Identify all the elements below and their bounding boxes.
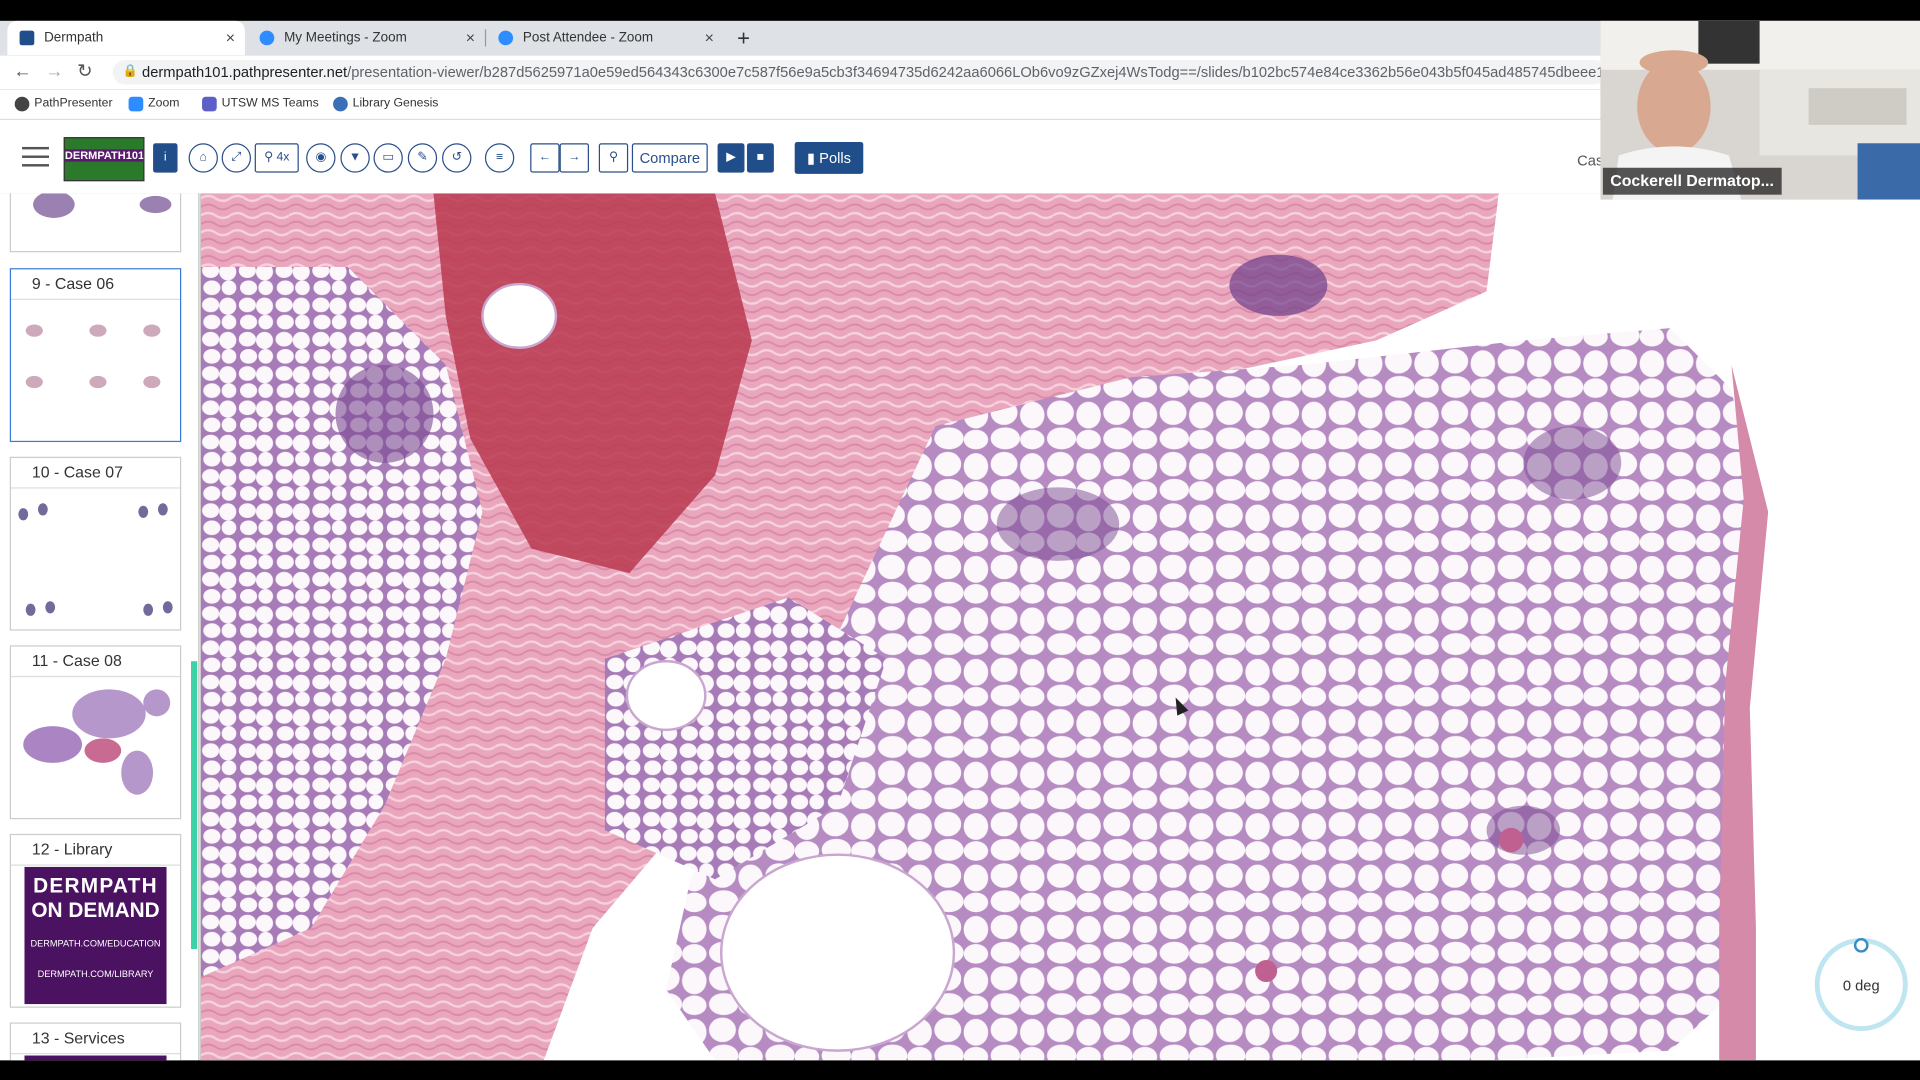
- zoom-level-button[interactable]: ⚲ 4x: [254, 143, 299, 173]
- back-arrow-icon[interactable]: ←: [13, 55, 31, 89]
- slide-title: 11 - Case 08: [11, 647, 181, 678]
- url-input[interactable]: 🔒 dermpath101.pathpresenter.net/presenta…: [112, 60, 1607, 85]
- tab-post-attendee[interactable]: Post Attendee - Zoom ×: [486, 21, 724, 55]
- camera-button[interactable]: ◉: [306, 143, 336, 173]
- bookmark-zoom[interactable]: Zoom: [128, 89, 180, 118]
- rotate-button[interactable]: ↺: [442, 143, 472, 173]
- new-tab-button[interactable]: +: [737, 21, 750, 55]
- stop-button[interactable]: ■: [746, 143, 774, 173]
- reload-icon[interactable]: ↻: [77, 55, 92, 89]
- library-line4: DERMPATH.COM/LIBRARY: [37, 968, 154, 980]
- bookmark-teams[interactable]: UTSW MS Teams: [202, 89, 319, 118]
- previous-slide-button[interactable]: ←: [530, 143, 560, 173]
- slide-card-services[interactable]: 13 - Services: [9, 1022, 182, 1061]
- next-slide-button[interactable]: →: [559, 143, 589, 173]
- slide-list-sidebar: 9 - Case 06 10 - Case 07 11 - Case 08 12…: [0, 193, 199, 1061]
- magnifier-icon: ⚲: [264, 150, 274, 165]
- slide-card-library[interactable]: 12 - Library DERMPATH ON DEMAND DERMPATH…: [9, 833, 182, 1008]
- slide-title: 13 - Services: [11, 1024, 181, 1055]
- forward-arrow-icon[interactable]: →: [45, 55, 63, 89]
- lock-icon: 🔒: [122, 64, 138, 79]
- close-icon[interactable]: ×: [705, 21, 714, 55]
- close-icon[interactable]: ×: [466, 21, 475, 55]
- participant-name: Cockerell Dermatop...: [1602, 167, 1782, 195]
- tab-label: My Meetings - Zoom: [284, 30, 407, 46]
- polls-label: Polls: [819, 149, 852, 167]
- bar-chart-icon: ▮: [806, 149, 816, 167]
- histology-image: [200, 193, 1920, 1061]
- library-line2: ON DEMAND: [31, 898, 160, 923]
- zoom-level-label: 4x: [276, 150, 290, 165]
- zoom-icon: [128, 96, 144, 112]
- bookmark-label: PathPresenter: [34, 96, 113, 111]
- library-genesis-icon: [333, 96, 348, 112]
- rotation-handle[interactable]: [1853, 937, 1869, 953]
- slide-card-case-08[interactable]: 11 - Case 08: [9, 645, 182, 820]
- slide-thumbnail: [11, 489, 180, 630]
- tab-my-meetings[interactable]: My Meetings - Zoom ×: [247, 21, 487, 55]
- close-icon[interactable]: ×: [226, 21, 235, 55]
- bookmark-label: UTSW MS Teams: [221, 96, 319, 111]
- bookmark-label: Zoom: [148, 96, 180, 111]
- dermpath-favicon-icon: [19, 30, 35, 46]
- home-button[interactable]: ⌂: [188, 143, 218, 173]
- rotation-label: 0 deg: [1842, 977, 1880, 995]
- teams-icon: [202, 96, 217, 112]
- library-thumbnail: DERMPATH ON DEMAND DERMPATH.COM/EDUCATIO…: [24, 866, 167, 1005]
- tab-dermpath[interactable]: Dermpath ×: [7, 20, 245, 56]
- monitor-button[interactable]: ▭: [373, 143, 403, 173]
- bookmark-label: Library Genesis: [352, 96, 439, 111]
- slide-title: 9 - Case 06: [11, 269, 181, 301]
- compare-button[interactable]: Compare: [631, 143, 708, 173]
- slide-card-case-07[interactable]: 10 - Case 07: [9, 456, 182, 631]
- info-button[interactable]: i: [153, 143, 178, 173]
- zoom-favicon-icon: [498, 30, 514, 46]
- polls-button[interactable]: ▮ Polls: [794, 142, 864, 174]
- library-line3: DERMPATH.COM/EDUCATION: [30, 937, 161, 949]
- slide-title: 10 - Case 07: [11, 458, 181, 489]
- tab-label: Post Attendee - Zoom: [522, 30, 654, 46]
- bookmark-library-genesis[interactable]: Library Genesis: [333, 89, 438, 118]
- slide-card-case-06[interactable]: 9 - Case 06: [9, 268, 182, 443]
- pathpresenter-icon: [14, 96, 30, 112]
- sidebar-scrollbar[interactable]: [191, 661, 198, 949]
- list-button[interactable]: ≡: [484, 143, 515, 173]
- tab-label: Dermpath: [44, 30, 104, 46]
- bookmark-pathpresenter[interactable]: PathPresenter: [14, 89, 113, 118]
- fullscreen-button[interactable]: ⤢: [221, 143, 252, 173]
- video-button[interactable]: ▶: [717, 143, 745, 173]
- webcam-overlay[interactable]: Cockerell Dermatop...: [1600, 20, 1920, 200]
- filter-button[interactable]: ▼: [340, 143, 370, 173]
- url-host: dermpath101.pathpresenter.net: [142, 63, 348, 81]
- zoom-favicon-icon: [259, 30, 275, 46]
- slide-title: 12 - Library: [11, 835, 181, 866]
- menu-icon[interactable]: [22, 146, 49, 167]
- dermpath101-logo: DERMPATH101: [63, 137, 145, 182]
- rotation-dial[interactable]: 0 deg: [1814, 937, 1908, 1032]
- pencil-button[interactable]: ✎: [407, 143, 438, 173]
- library-line1: DERMPATH: [33, 874, 158, 898]
- url-path: /presentation-viewer/b287d5625971a0e59ed…: [347, 63, 1607, 81]
- slide-card-partial[interactable]: [9, 193, 182, 253]
- slide-thumbnail: [11, 300, 180, 441]
- case-label-partial: Cas: [1577, 151, 1604, 169]
- slide-thumbnail: [11, 677, 180, 818]
- attachment-button[interactable]: ⚲: [598, 143, 629, 173]
- logo-text: DERMPATH101: [64, 149, 145, 162]
- slide-viewer[interactable]: [200, 193, 1920, 1061]
